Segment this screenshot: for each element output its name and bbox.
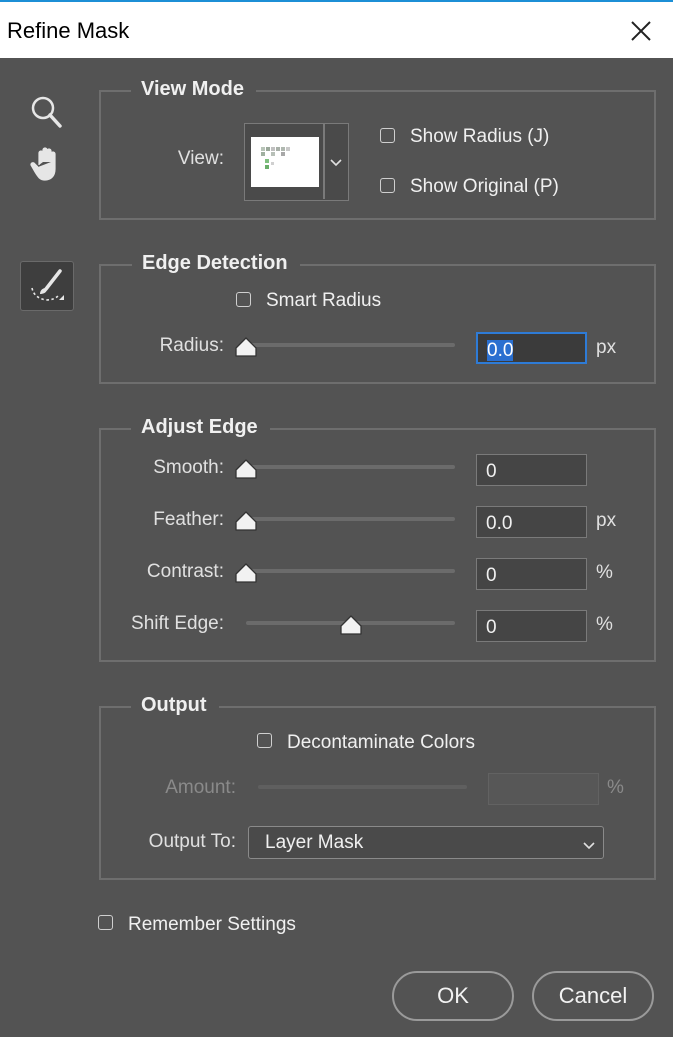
- close-icon[interactable]: [622, 12, 660, 50]
- feather-input[interactable]: 0.0: [476, 506, 587, 538]
- view-mode-dropdown[interactable]: [244, 123, 349, 201]
- show-original-checkbox[interactable]: [380, 178, 395, 193]
- cancel-button[interactable]: Cancel: [532, 971, 654, 1021]
- amount-unit: %: [607, 777, 624, 798]
- refine-brush-tool-button[interactable]: [20, 261, 74, 311]
- radius-slider-track[interactable]: [246, 343, 455, 347]
- contrast-label: Contrast:: [146, 561, 224, 582]
- shift-edge-slider-thumb[interactable]: [339, 614, 363, 636]
- smooth-input[interactable]: 0: [476, 454, 587, 486]
- chevron-down-icon: [329, 155, 343, 173]
- smart-radius-checkbox[interactable]: [236, 292, 251, 307]
- view-preview-thumbnail: [251, 137, 319, 187]
- edge-detection-group: [99, 264, 656, 384]
- contrast-slider-thumb[interactable]: [234, 562, 258, 584]
- remember-settings-label: Remember Settings: [128, 914, 296, 935]
- chevron-down-icon: [582, 838, 596, 856]
- amount-label: Amount:: [165, 777, 236, 798]
- window-title: Refine Mask: [7, 18, 130, 43]
- radius-input[interactable]: 0.0: [476, 332, 587, 364]
- smooth-slider-track[interactable]: [246, 465, 455, 469]
- radius-value: 0.0: [487, 340, 514, 361]
- contrast-unit: %: [596, 562, 613, 583]
- feather-unit: px: [596, 510, 617, 531]
- output-to-label: Output To:: [148, 831, 236, 852]
- radius-slider-thumb[interactable]: [234, 336, 258, 358]
- adjust-edge-legend: Adjust Edge: [131, 416, 270, 439]
- decontaminate-colors-checkbox[interactable]: [257, 733, 272, 748]
- shift-edge-input[interactable]: 0: [476, 610, 587, 642]
- dropdown-divider: [323, 124, 325, 199]
- zoom-icon[interactable]: [26, 92, 66, 132]
- decontaminate-colors-label: Decontaminate Colors: [287, 732, 475, 753]
- radius-unit: px: [596, 337, 617, 358]
- output-to-select[interactable]: Layer Mask: [248, 826, 604, 859]
- contrast-slider-track[interactable]: [246, 569, 455, 573]
- show-radius-checkbox[interactable]: [380, 128, 395, 143]
- remember-settings-checkbox[interactable]: [98, 915, 113, 930]
- hand-icon[interactable]: [28, 144, 66, 184]
- smart-radius-label: Smart Radius: [266, 290, 382, 311]
- radius-label: Radius:: [159, 335, 224, 356]
- feather-slider-track[interactable]: [246, 517, 455, 521]
- edge-detection-legend: Edge Detection: [132, 252, 300, 275]
- view-label: View:: [177, 148, 224, 169]
- amount-slider-track: [258, 785, 467, 789]
- smooth-label: Smooth:: [153, 457, 224, 478]
- output-to-value: Layer Mask: [265, 832, 364, 853]
- shift-edge-label: Shift Edge:: [131, 613, 224, 634]
- refine-brush-icon: [31, 269, 64, 301]
- amount-input: [488, 773, 599, 805]
- smooth-slider-thumb[interactable]: [234, 458, 258, 480]
- feather-slider-thumb[interactable]: [234, 510, 258, 532]
- contrast-input[interactable]: 0: [476, 558, 587, 590]
- view-mode-legend: View Mode: [131, 78, 256, 101]
- show-original-label: Show Original (P): [410, 176, 559, 197]
- ok-button[interactable]: OK: [392, 971, 514, 1021]
- feather-label: Feather:: [153, 509, 224, 530]
- output-legend: Output: [131, 694, 219, 717]
- shift-edge-unit: %: [596, 614, 613, 635]
- title-bar: Refine Mask: [0, 0, 673, 58]
- show-radius-label: Show Radius (J): [410, 126, 550, 147]
